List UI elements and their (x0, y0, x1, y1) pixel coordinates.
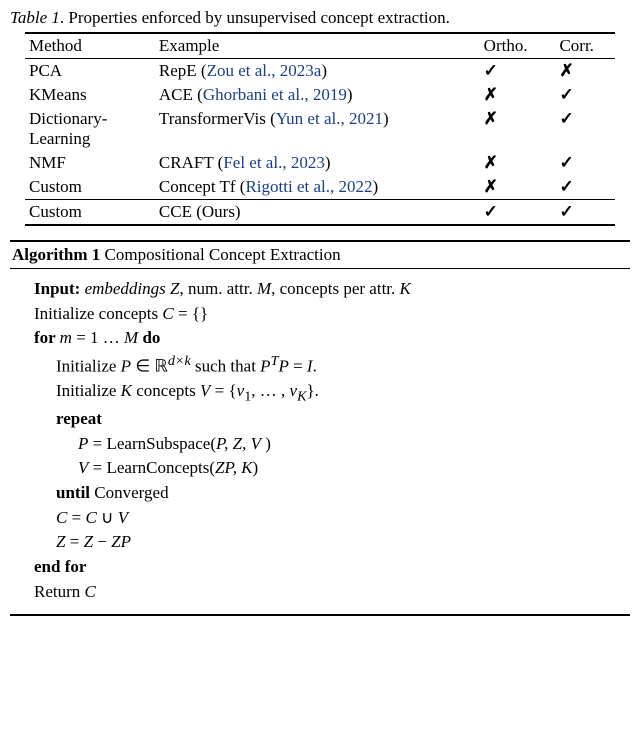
cell-example: CCE (Ours) (155, 200, 480, 226)
algo-return: Return C (34, 580, 624, 605)
th-corr: Corr. (555, 33, 615, 59)
algorithm-body: Input: embeddings Z, num. attr. M, conce… (10, 269, 630, 614)
algo-input: Input: embeddings Z, num. attr. M, conce… (34, 277, 624, 302)
table-header-row: Method Example Ortho. Corr. (25, 33, 615, 59)
cell-method: KMeans (25, 83, 155, 107)
cell-corr: ✓ (555, 200, 615, 226)
cell-ortho: ✗ (480, 83, 556, 107)
cell-method: Dictionary-Learning (25, 107, 155, 151)
table-row: Custom Concept Tf (Rigotti et al., 2022)… (25, 175, 615, 200)
table-label: Table 1 (10, 8, 60, 27)
algo-line: Initialize K concepts V = {v1, … , vK}. (34, 379, 624, 407)
algo-line: Initialize P ∈ ℝd×k such that PTP = I. (34, 351, 624, 379)
cell-ortho: ✓ (480, 200, 556, 226)
cell-example: ACE (Ghorbani et al., 2019) (155, 83, 480, 107)
table-row: Dictionary-Learning TransformerVis (Yun … (25, 107, 615, 151)
table-caption-text: . Properties enforced by unsupervised co… (60, 8, 450, 27)
algo-endfor: end for (34, 555, 624, 580)
algo-repeat: repeat (34, 407, 624, 432)
cell-corr: ✗ (555, 59, 615, 84)
algorithm-name: Compositional Concept Extraction (100, 245, 340, 264)
citation-link[interactable]: Ghorbani et al., 2019 (203, 85, 347, 104)
algo-line: V = LearnConcepts(ZP, K) (34, 456, 624, 481)
th-ortho: Ortho. (480, 33, 556, 59)
citation-link[interactable]: Yun et al., 2021 (276, 109, 383, 128)
algo-line: C = C ∪ V (34, 506, 624, 531)
cell-method: NMF (25, 151, 155, 175)
cell-ortho: ✗ (480, 151, 556, 175)
cell-corr: ✓ (555, 83, 615, 107)
properties-table: Method Example Ortho. Corr. PCA RepE (Zo… (25, 32, 615, 226)
cell-method: PCA (25, 59, 155, 84)
algo-line: Initialize concepts C = {} (34, 302, 624, 327)
th-method: Method (25, 33, 155, 59)
table-row: NMF CRAFT (Fel et al., 2023) ✗ ✓ (25, 151, 615, 175)
table-row: PCA RepE (Zou et al., 2023a) ✓ ✗ (25, 59, 615, 84)
citation-link[interactable]: Zou et al., 2023a (207, 61, 322, 80)
cell-ortho: ✓ (480, 59, 556, 84)
algorithm-title: Algorithm 1 Compositional Concept Extrac… (10, 242, 630, 269)
cell-example: RepE (Zou et al., 2023a) (155, 59, 480, 84)
algo-line: Z = Z − ZP (34, 530, 624, 555)
algorithm-number: Algorithm 1 (12, 245, 100, 264)
cell-corr: ✓ (555, 107, 615, 151)
algo-line: P = LearnSubspace(P, Z, V ) (34, 432, 624, 457)
cell-corr: ✓ (555, 175, 615, 200)
cell-example: TransformerVis (Yun et al., 2021) (155, 107, 480, 151)
table-caption: Table 1. Properties enforced by unsuperv… (10, 8, 630, 28)
cell-corr: ✓ (555, 151, 615, 175)
cell-ortho: ✗ (480, 175, 556, 200)
cell-ortho: ✗ (480, 107, 556, 151)
citation-link[interactable]: Rigotti et al., 2022 (245, 177, 372, 196)
algorithm-box: Algorithm 1 Compositional Concept Extrac… (10, 240, 630, 616)
table-row: KMeans ACE (Ghorbani et al., 2019) ✗ ✓ (25, 83, 615, 107)
cell-example: Concept Tf (Rigotti et al., 2022) (155, 175, 480, 200)
algo-for: for m = 1 … M do (34, 326, 624, 351)
cell-example: CRAFT (Fel et al., 2023) (155, 151, 480, 175)
cell-method: Custom (25, 200, 155, 226)
th-example: Example (155, 33, 480, 59)
citation-link[interactable]: Fel et al., 2023 (223, 153, 325, 172)
algo-until: until Converged (34, 481, 624, 506)
table-row-ours: Custom CCE (Ours) ✓ ✓ (25, 200, 615, 226)
cell-method: Custom (25, 175, 155, 200)
